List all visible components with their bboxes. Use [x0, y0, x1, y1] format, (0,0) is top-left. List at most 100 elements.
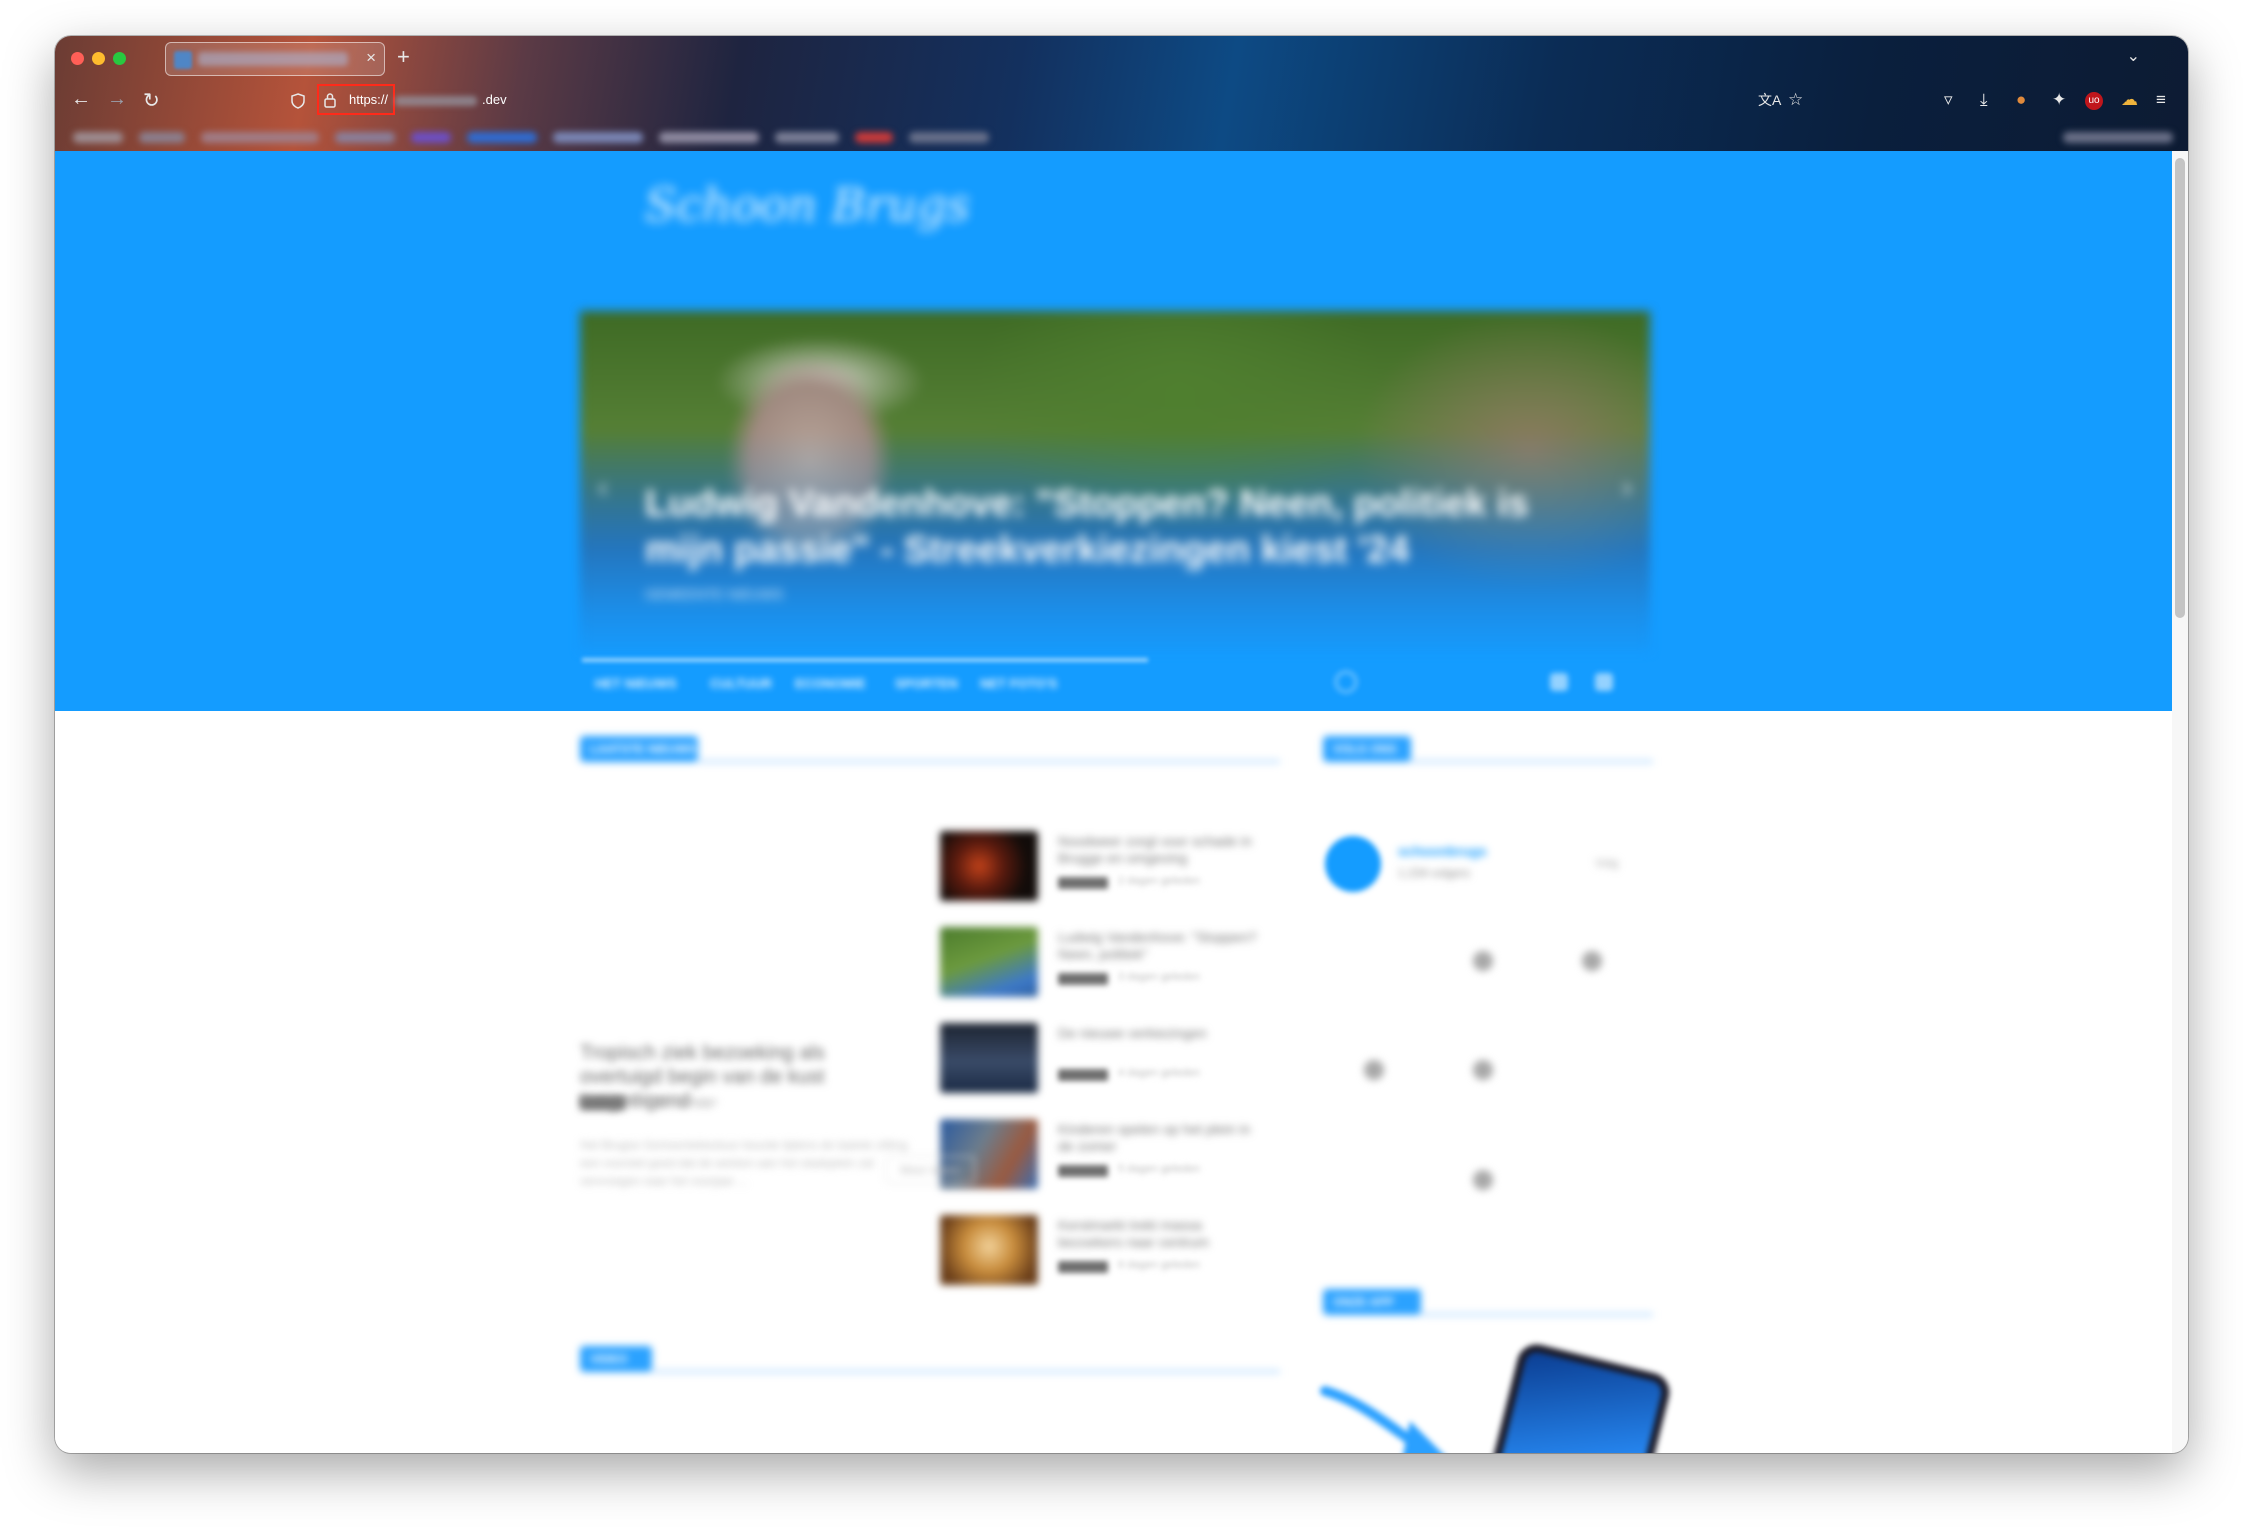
tab-list-chevron-down-icon[interactable]: ⌄ — [2127, 46, 2140, 66]
post-date: 6 dagen geleden — [1118, 1259, 1200, 1271]
post-thumbnail[interactable] — [940, 1215, 1038, 1285]
arrow-icon — [1320, 1386, 1442, 1453]
social-grid-item[interactable] — [1473, 1170, 1493, 1190]
list-item[interactable]: Kerstmarkt trekt massa bezoekers naar ce… — [940, 1215, 1280, 1293]
minimize-window-button[interactable] — [92, 52, 105, 65]
post-date: 2 dagen geleden — [1118, 875, 1200, 887]
lead-article-title[interactable]: Tropisch ziek bezoeking als overtuigd be… — [580, 1041, 910, 1113]
forward-button[interactable]: → — [107, 88, 127, 111]
address-bar[interactable] — [317, 88, 1857, 116]
news-section-heading: LAATSTE NIEUWS — [580, 736, 1280, 766]
list-item[interactable]: De nieuwe verkiezingen 4 dagen geleden — [940, 1023, 1280, 1101]
list-item[interactable]: Ludwig Vandenhove: "Stoppen? Neen, polit… — [940, 927, 1280, 1005]
post-date: 4 dagen geleden — [1118, 1067, 1200, 1079]
downloads-icon[interactable]: ⤓ — [1980, 90, 1988, 110]
tracking-shield-icon[interactable] — [291, 93, 305, 109]
lead-article-date: 2 dagen geleden — [635, 1096, 717, 1108]
post-tag — [1058, 973, 1108, 985]
avatar[interactable] — [1325, 836, 1381, 892]
web-page: Schoon Brugs ‹ › Ludwig Vandenhove: "Sto… — [55, 151, 2172, 1453]
bookmark-item[interactable] — [139, 132, 185, 143]
post-title[interactable]: Noodweer zorgt voor schade in Brugge en … — [1058, 833, 1268, 867]
bookmark-star-icon[interactable]: ☆ — [1788, 90, 1803, 110]
bookmark-item[interactable] — [411, 132, 451, 143]
site-logo[interactable]: Schoon Brugs — [645, 181, 970, 229]
tab-bar: × + ⌄ — [55, 36, 2188, 84]
bookmark-item[interactable] — [909, 132, 989, 143]
lead-article-tag — [580, 1096, 625, 1110]
close-window-button[interactable] — [71, 52, 84, 65]
bookmark-item[interactable] — [553, 132, 643, 143]
search-icon[interactable] — [1335, 671, 1357, 693]
social-grid-item[interactable] — [1473, 1060, 1493, 1080]
url-tld: .dev — [482, 92, 507, 107]
post-title[interactable]: Kerstmarkt trekt massa bezoekers naar ce… — [1058, 1217, 1268, 1251]
ublock-icon[interactable]: uo — [2085, 92, 2103, 110]
post-title[interactable]: Kinderen spelen op het plein in de zomer — [1058, 1121, 1268, 1155]
url-redacted-domain — [395, 96, 477, 106]
hero-slider[interactable]: ‹ › Ludwig Vandenhove: "Stoppen? Neen, p… — [580, 311, 1650, 651]
reload-button[interactable]: ↻ — [143, 88, 160, 113]
other-bookmarks-item[interactable] — [2063, 132, 2173, 143]
profile-followers: 1.234 volgers — [1398, 866, 1471, 880]
bookmark-item[interactable] — [201, 132, 319, 143]
extensions-icon[interactable]: ✦ — [2052, 90, 2066, 110]
pocket-icon[interactable]: ▿ — [1944, 90, 1953, 110]
bookmark-item[interactable] — [659, 132, 759, 143]
post-thumbnail[interactable] — [940, 1023, 1038, 1093]
nav-item-sporten[interactable]: SPORTEN — [895, 676, 958, 691]
nav-item-economie[interactable]: ECONOMIE — [795, 676, 866, 691]
post-thumbnail[interactable] — [940, 831, 1038, 901]
nav-item-net-fotos[interactable]: NET FOTO'S — [980, 676, 1057, 691]
post-tag — [1058, 1069, 1108, 1081]
nav-item-het-nieuws[interactable]: HET NIEUWS — [595, 676, 677, 691]
app-phone-image[interactable] — [1472, 1340, 1674, 1453]
tab-close-icon[interactable]: × — [366, 48, 376, 68]
notification-extension-icon[interactable]: ☁ — [2121, 90, 2138, 110]
zoom-window-button[interactable] — [113, 52, 126, 65]
bookmark-item[interactable] — [467, 132, 537, 143]
post-title[interactable]: De nieuwe verkiezingen — [1058, 1025, 1268, 1042]
bookmarks-toolbar — [55, 122, 2188, 151]
hero-headline[interactable]: Ludwig Vandenhove: "Stoppen? Neen, polit… — [645, 481, 1595, 573]
browser-chrome: × + ⌄ ← → ↻ https:// .dev 文A ☆ ▿ ⤓ ● ✦ u… — [55, 36, 2188, 151]
post-tag — [1058, 1261, 1108, 1273]
slider-next-icon[interactable]: › — [1622, 471, 1632, 505]
follow-button[interactable]: Volg — [1595, 856, 1618, 870]
url-scheme: https:// — [349, 92, 389, 107]
post-tag — [1058, 877, 1108, 889]
back-button[interactable]: ← — [71, 88, 91, 111]
bookmark-item[interactable] — [775, 132, 839, 143]
instagram-icon[interactable] — [1595, 673, 1613, 691]
list-item[interactable]: Noodweer zorgt voor schade in Brugge en … — [940, 831, 1280, 909]
account-avatar-icon[interactable]: ● — [2016, 90, 2026, 110]
slider-progress-bar — [582, 658, 1148, 662]
browser-tab-active[interactable]: × — [165, 42, 385, 76]
list-item[interactable]: Kinderen spelen op het plein in de zomer… — [940, 1119, 1280, 1197]
social-grid-item[interactable] — [1364, 1060, 1384, 1080]
post-thumbnail[interactable] — [940, 927, 1038, 997]
menu-hamburger-icon[interactable]: ≡ — [2156, 90, 2166, 110]
facebook-icon[interactable] — [1550, 673, 1568, 691]
post-date: 5 dagen geleden — [1118, 1163, 1200, 1175]
profile-name[interactable]: schoonbrugs — [1398, 843, 1487, 859]
post-title[interactable]: Ludwig Vandenhove: "Stoppen? Neen, polit… — [1058, 929, 1268, 963]
post-tag — [1058, 1165, 1108, 1177]
lock-icon[interactable] — [323, 92, 337, 108]
hero-category: GEMEENTE NIEUWS — [645, 586, 784, 602]
translate-icon[interactable]: 文A — [1758, 90, 1781, 110]
nav-item-cultuur[interactable]: CULTUUR — [710, 676, 772, 691]
social-grid-item[interactable] — [1582, 951, 1602, 971]
social-section-heading: VOLG ONS — [1323, 736, 1653, 766]
navigation-toolbar: ← → ↻ https:// .dev 文A ☆ ▿ ⤓ ● ✦ uo ☁ ≡ — [55, 84, 2188, 122]
slider-prev-icon[interactable]: ‹ — [598, 471, 608, 505]
bookmark-item[interactable] — [335, 132, 395, 143]
load-more-button[interactable]: Meer laden — [885, 1156, 976, 1184]
browser-window: × + ⌄ ← → ↻ https:// .dev 文A ☆ ▿ ⤓ ● ✦ u… — [55, 36, 2188, 1453]
post-date: 3 dagen geleden — [1118, 971, 1200, 983]
bookmark-item[interactable] — [73, 132, 123, 143]
page-scrollbar-thumb[interactable] — [2175, 158, 2185, 618]
social-grid-item[interactable] — [1473, 951, 1493, 971]
new-tab-button[interactable]: + — [397, 44, 410, 70]
bookmark-item[interactable] — [855, 132, 893, 143]
